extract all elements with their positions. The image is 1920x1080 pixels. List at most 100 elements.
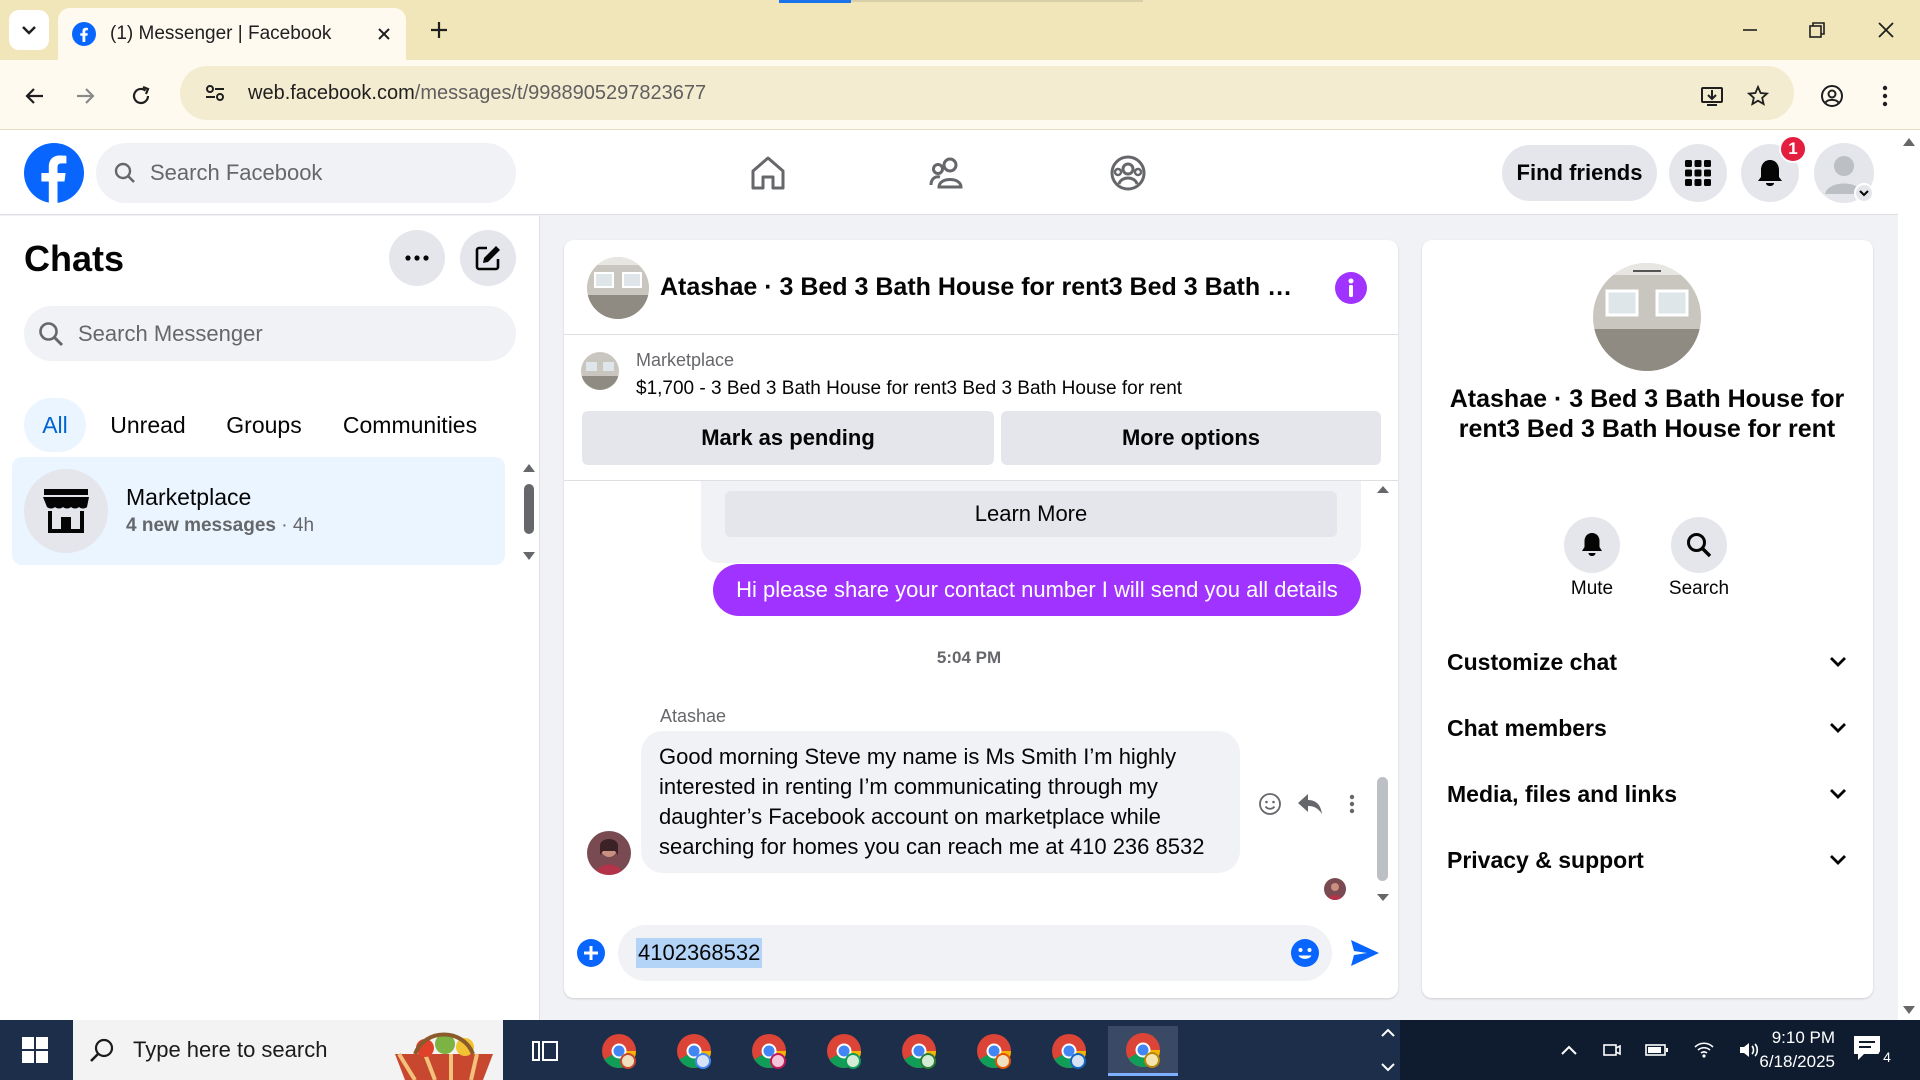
listing-source-label: Marketplace xyxy=(636,350,735,370)
back-button[interactable] xyxy=(16,78,52,114)
minimize-button[interactable] xyxy=(1730,14,1770,46)
account-avatar[interactable] xyxy=(1813,142,1875,204)
chat-time: · 4h xyxy=(281,515,315,536)
chat-preview: 4 new messages · 4h xyxy=(126,515,314,537)
facebook-logo[interactable] xyxy=(24,143,84,203)
profile-button[interactable] xyxy=(1814,78,1850,114)
url-text: web.facebook.com/messages/t/998890529782… xyxy=(248,82,706,105)
customize-chat-row[interactable]: Customize chat xyxy=(1447,642,1847,682)
conversation-avatar[interactable] xyxy=(587,257,649,319)
taskbar-chrome-active[interactable] xyxy=(1108,1026,1178,1076)
taskbar-chrome-2[interactable] xyxy=(661,1026,727,1076)
emoji-button[interactable] xyxy=(1290,938,1320,968)
more-actions-button[interactable] xyxy=(576,938,606,968)
action-center-button[interactable]: 4 xyxy=(1852,1034,1900,1068)
search-icon xyxy=(114,162,135,183)
learn-more-button[interactable]: Learn More xyxy=(725,491,1337,537)
task-view-button[interactable] xyxy=(520,1026,570,1076)
tab-strip-indicator xyxy=(779,0,851,3)
start-button[interactable] xyxy=(0,1020,70,1080)
conversation-title[interactable]: Atashae · 3 Bed 3 Bath House for rent3 B… xyxy=(660,273,1308,302)
restore-button[interactable] xyxy=(1797,14,1837,46)
task-view-icon xyxy=(532,1041,558,1061)
browser-tab[interactable]: (1) Messenger | Facebook xyxy=(58,8,406,60)
room-photo-icon xyxy=(587,257,649,319)
battery-icon[interactable] xyxy=(1645,1043,1669,1057)
chats-scrollbar[interactable] xyxy=(520,462,538,562)
taskbar-chrome-3[interactable] xyxy=(736,1026,802,1076)
taskbar-search-placeholder: Type here to search xyxy=(133,1037,328,1062)
seen-indicator-avatar xyxy=(1324,878,1346,900)
chat-members-row[interactable]: Chat members xyxy=(1447,708,1847,748)
reply-button[interactable] xyxy=(1294,788,1326,820)
filter-all[interactable]: All xyxy=(24,398,86,452)
chevron-up-icon[interactable] xyxy=(1560,1044,1578,1056)
incoming-message[interactable]: Good morning Steve my name is Ms Smith I… xyxy=(641,731,1240,873)
nav-home[interactable] xyxy=(738,148,798,198)
reload-button[interactable] xyxy=(123,78,159,114)
more-options-button[interactable]: More options xyxy=(1001,411,1381,465)
new-tab-button[interactable] xyxy=(423,14,455,46)
taskbar-chrome-5[interactable] xyxy=(886,1026,952,1076)
privacy-support-row[interactable]: Privacy & support xyxy=(1447,840,1847,880)
details-avatar[interactable] xyxy=(1593,263,1701,371)
taskbar-clock[interactable]: 9:10 PM 6/18/2025 xyxy=(1725,1026,1835,1074)
messages-scroll-thumb[interactable] xyxy=(1377,777,1388,881)
send-button[interactable] xyxy=(1349,938,1381,968)
install-app-button[interactable] xyxy=(1694,78,1730,114)
nav-groups[interactable] xyxy=(1098,148,1158,198)
meet-now-icon[interactable] xyxy=(1602,1040,1622,1060)
taskbar-chrome-1[interactable] xyxy=(586,1026,652,1076)
bookmark-button[interactable] xyxy=(1740,78,1776,114)
taskbar-chrome-4[interactable] xyxy=(811,1026,877,1076)
friends-icon xyxy=(929,157,963,189)
facebook-search-input[interactable]: Search Facebook xyxy=(96,143,516,203)
tab-search-button[interactable] xyxy=(9,10,49,50)
taskbar-chrome-6[interactable] xyxy=(961,1026,1027,1076)
nav-friends[interactable] xyxy=(918,148,978,198)
user-photo-icon xyxy=(1324,878,1346,900)
conversation-info-button[interactable] xyxy=(1335,272,1367,304)
section-label: Privacy & support xyxy=(1447,846,1644,873)
site-settings-icon[interactable] xyxy=(204,82,226,104)
mark-as-pending-button[interactable]: Mark as pending xyxy=(582,411,994,465)
media-files-links-row[interactable]: Media, files and links xyxy=(1447,774,1847,814)
new-message-button[interactable] xyxy=(460,230,516,286)
message-more-button[interactable] xyxy=(1336,788,1368,820)
menu-button[interactable] xyxy=(1669,144,1727,202)
clock-time: 9:10 PM xyxy=(1771,1028,1835,1047)
address-bar[interactable]: web.facebook.com/messages/t/998890529782… xyxy=(180,66,1794,120)
mute-button[interactable] xyxy=(1564,517,1620,573)
reply-icon xyxy=(1298,794,1322,814)
page-scrollbar[interactable] xyxy=(1898,130,1920,1020)
wifi-icon[interactable] xyxy=(1693,1041,1715,1059)
forward-button[interactable] xyxy=(68,78,104,114)
room-photo-icon xyxy=(1593,263,1701,371)
outgoing-message[interactable]: Hi please share your contact number I wi… xyxy=(713,564,1361,616)
taskbar-overflow-scroll[interactable] xyxy=(1378,1024,1398,1076)
filter-groups[interactable]: Groups xyxy=(215,398,313,452)
find-friends-button[interactable]: Find friends xyxy=(1502,145,1657,201)
react-button[interactable] xyxy=(1254,788,1286,820)
chats-options-button[interactable] xyxy=(389,230,445,286)
chrome-icon xyxy=(1052,1034,1086,1069)
messenger-search-input[interactable]: Search Messenger xyxy=(24,306,516,361)
windows-logo-icon xyxy=(22,1037,48,1063)
filter-unread[interactable]: Unread xyxy=(100,398,196,452)
taskbar-search-input[interactable]: Type here to search xyxy=(73,1020,503,1080)
search-in-conversation-button[interactable] xyxy=(1671,517,1727,573)
tab-title: (1) Messenger | Facebook xyxy=(110,23,332,44)
filter-communities[interactable]: Communities xyxy=(332,398,488,452)
url-host: web.facebook.com xyxy=(248,81,415,104)
composer-text[interactable]: 4102368532 xyxy=(636,938,763,968)
taskbar-chrome-7[interactable] xyxy=(1036,1026,1102,1076)
browser-menu-button[interactable] xyxy=(1870,78,1900,114)
restore-icon xyxy=(1809,22,1825,38)
sender-avatar[interactable] xyxy=(587,831,631,875)
close-window-button[interactable] xyxy=(1866,14,1906,46)
listing-title[interactable]: $1,700 - 3 Bed 3 Bath House for rent3 Be… xyxy=(636,378,1182,400)
picnic-basket-icon xyxy=(395,1032,493,1080)
more-vertical-icon xyxy=(1882,85,1888,107)
listing-thumbnail[interactable] xyxy=(581,352,619,390)
close-tab-icon[interactable] xyxy=(376,26,392,42)
